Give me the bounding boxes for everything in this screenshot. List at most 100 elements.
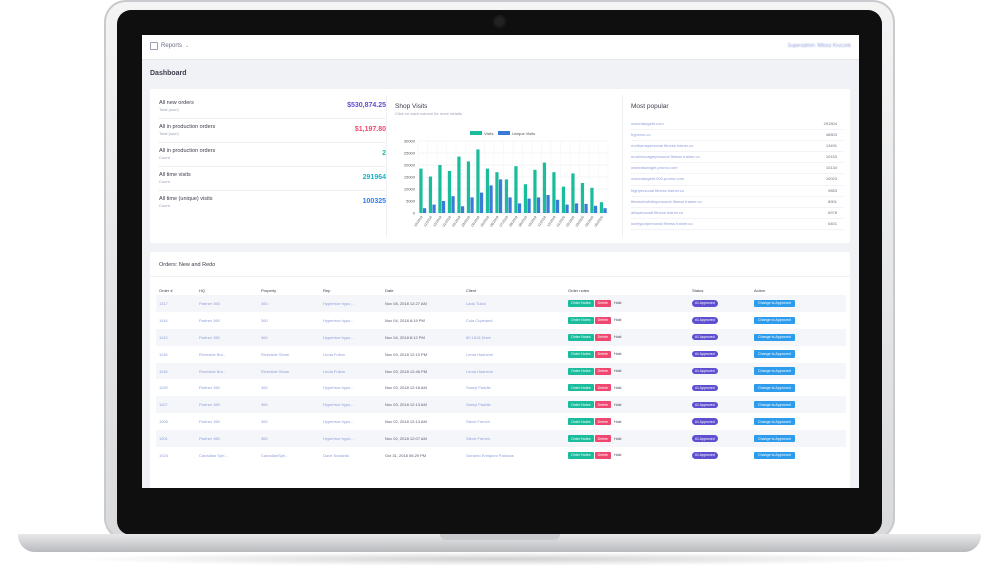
property-link[interactable]: 360 <box>258 379 320 396</box>
bar-unique-visits[interactable] <box>508 197 512 213</box>
hq-link[interactable]: Riverside Bro... <box>196 346 258 363</box>
delete-button[interactable]: Delete <box>594 316 611 324</box>
bar-unique-visits[interactable] <box>479 192 484 213</box>
property-link[interactable]: CanadianSpri... <box>258 447 320 464</box>
popular-site-name[interactable]: lovelypurpersonal fitness trainer.co <box>631 221 693 226</box>
hold-link[interactable]: Hold <box>614 352 621 356</box>
client-link[interactable]: Steve French <box>463 430 565 448</box>
bar-visits[interactable] <box>599 202 604 213</box>
bar-unique-visits[interactable] <box>565 204 569 213</box>
rep-link[interactable]: Hypertrue hypo... <box>320 430 382 448</box>
property-link[interactable]: 360 <box>258 396 320 414</box>
change-to-approved-button[interactable]: Change to Approved <box>754 384 795 392</box>
list-item[interactable]: highpersonal fitness trainer.co 9853 <box>631 186 843 197</box>
list-item[interactable]: mostmonagepersonal fitness trainer.co 101… <box>631 152 843 164</box>
rep-link[interactable]: Hypertrue hypo... <box>320 312 382 329</box>
hold-link[interactable]: Hold <box>614 335 621 339</box>
client-link[interactable]: Samyl Paddle <box>463 379 565 396</box>
bar-visits[interactable] <box>495 172 499 213</box>
list-item[interactable]: abbpersonal fitness trainer.co 6978 <box>631 208 843 219</box>
client-link[interactable]: Cola Copeland <box>463 312 565 329</box>
client-link[interactable]: Steve French <box>463 413 565 430</box>
delete-button[interactable]: Delete <box>594 350 611 358</box>
bar-unique-visits[interactable] <box>536 197 541 213</box>
bar-visits[interactable] <box>466 161 471 213</box>
client-link[interactable]: Lado Tuldo <box>463 295 565 312</box>
popular-site-name[interactable]: highpersonal fitness trainer.co <box>631 188 684 193</box>
bar-unique-visits[interactable] <box>574 203 579 213</box>
client-link[interactable]: 80 1818 Drive <box>463 328 565 346</box>
order-number-link[interactable]: 1107 <box>156 396 196 414</box>
bar-unique-visits[interactable] <box>584 203 588 213</box>
popular-site-name[interactable]: hypemo.co <box>631 132 651 137</box>
delete-button[interactable]: Delete <box>594 401 611 409</box>
bar-visits[interactable] <box>523 184 528 213</box>
hq-link[interactable]: Partner 360 <box>196 396 258 414</box>
bar-visits[interactable] <box>542 162 547 213</box>
rep-link[interactable]: Hypertrue hypo... <box>320 328 382 346</box>
rep-link[interactable]: Hypertrue hypo... <box>320 396 382 414</box>
bar-visits[interactable] <box>561 186 566 213</box>
hold-link[interactable]: Hold <box>614 318 621 322</box>
order-notes-button[interactable]: Order Notes <box>568 350 594 358</box>
hq-link[interactable]: Partner 360 <box>196 295 258 312</box>
shop-visits-chart[interactable]: Visits Unique Visits 0 5000 10000 15000 20000 2… <box>388 129 618 239</box>
order-number-link[interactable]: 1144 <box>156 312 196 329</box>
property-link[interactable]: 360 <box>258 295 320 312</box>
order-notes-button[interactable]: Order Notes <box>568 418 594 426</box>
change-to-approved-button[interactable]: Change to Approved <box>754 451 795 460</box>
change-to-approved-button[interactable]: Change to Approved <box>754 316 795 325</box>
order-notes-button[interactable]: Order Notes <box>568 384 594 392</box>
list-item[interactable]: fitnessfoothillspersonal fitness trainer… <box>631 197 843 208</box>
hq-link[interactable]: Riverside Bro... <box>196 362 258 380</box>
rep-link[interactable]: Hypertrue hypo... <box>320 413 382 430</box>
delete-button[interactable]: Delete <box>594 367 611 375</box>
list-item[interactable]: ownedangebt.com 291504 <box>631 119 843 131</box>
bar-visits[interactable] <box>514 166 518 213</box>
rep-link[interactable]: Linda Fulton <box>320 362 382 380</box>
order-notes-button[interactable]: Order Notes <box>568 451 594 459</box>
list-item[interactable]: ownedswingbt.promo.com 10134 <box>631 163 843 175</box>
hold-link[interactable]: Hold <box>614 453 621 457</box>
bar-unique-visits[interactable] <box>593 205 598 213</box>
hold-link[interactable]: Hold <box>614 437 621 441</box>
bar-visits[interactable] <box>428 176 433 213</box>
bar-visits[interactable] <box>590 187 594 213</box>
bar-visits[interactable] <box>571 173 575 213</box>
bar-unique-visits[interactable] <box>555 199 560 213</box>
change-to-approved-button[interactable]: Change to Approved <box>754 367 795 375</box>
popular-site-name[interactable]: abbpersonal fitness trainer.co <box>631 210 683 215</box>
hq-link[interactable]: Partner 360 <box>196 413 258 430</box>
order-number-link[interactable]: 1317 <box>156 295 196 312</box>
order-notes-button[interactable]: Order Notes <box>568 316 594 324</box>
hold-link[interactable]: Hold <box>614 301 621 305</box>
bar-visits[interactable] <box>533 169 537 213</box>
bar-unique-visits[interactable] <box>460 206 465 213</box>
change-to-approved-button[interactable]: Change to Approved <box>754 401 795 409</box>
order-number-link[interactable]: 1146 <box>156 346 196 363</box>
order-number-link[interactable]: 1024 <box>156 447 196 464</box>
order-notes-button[interactable]: Order Notes <box>568 333 594 341</box>
order-notes-button[interactable]: Order Notes <box>568 401 594 409</box>
bar-unique-visits[interactable] <box>527 198 531 213</box>
delete-button[interactable]: Delete <box>594 384 611 392</box>
hold-link[interactable]: Hold <box>614 420 621 424</box>
popular-site-name[interactable]: mostmonagepersonal fitness trainer.co <box>631 154 700 159</box>
change-to-approved-button[interactable]: Change to Approved <box>754 417 795 426</box>
delete-button[interactable]: Delete <box>594 333 611 341</box>
bar-unique-visits[interactable] <box>422 208 427 213</box>
rep-link[interactable]: Hypertrue hypo... <box>320 295 382 312</box>
list-item[interactable]: lovelypurpersonal fitness trainer.co 6401 <box>631 219 843 230</box>
order-number-link[interactable]: 1005 <box>156 413 196 430</box>
change-to-approved-button[interactable]: Change to Approved <box>754 299 795 308</box>
hq-link[interactable]: Partner 360 <box>196 430 258 448</box>
bar-unique-visits[interactable] <box>470 197 474 213</box>
change-to-approved-button[interactable]: Change to Approved <box>754 350 795 358</box>
reports-menu[interactable]: Reports ⌄ <box>150 42 189 50</box>
popular-site-name[interactable]: ownedswingbt.promo.com <box>631 165 677 170</box>
delete-button[interactable]: Delete <box>594 451 611 459</box>
order-number-link[interactable]: 1143 <box>156 328 196 346</box>
popular-site-name[interactable]: fitnessfoothillspersonal fitness trainer… <box>631 199 702 204</box>
bar-unique-visits[interactable] <box>441 201 446 213</box>
hq-link[interactable]: Partner 360 <box>196 328 258 346</box>
